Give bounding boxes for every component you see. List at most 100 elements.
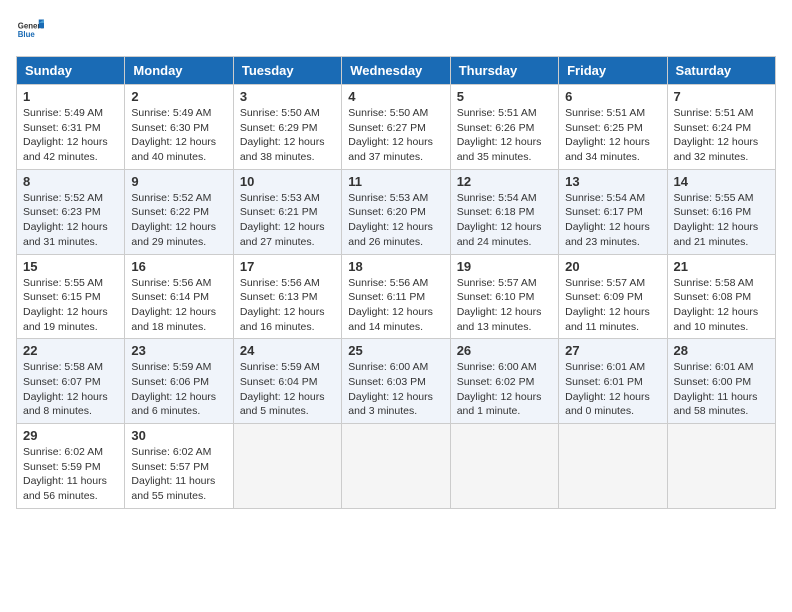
calendar-day-cell: 14 Sunrise: 5:55 AMSunset: 6:16 PMDaylig…: [667, 169, 775, 254]
day-info: Sunrise: 5:53 AMSunset: 6:20 PMDaylight:…: [348, 191, 443, 250]
day-number: 13: [565, 174, 660, 189]
day-number: 7: [674, 89, 769, 104]
day-number: 5: [457, 89, 552, 104]
day-number: 2: [131, 89, 226, 104]
day-number: 4: [348, 89, 443, 104]
svg-text:Blue: Blue: [18, 30, 36, 39]
calendar-empty-cell: [450, 424, 558, 509]
day-info: Sunrise: 5:59 AMSunset: 6:06 PMDaylight:…: [131, 360, 226, 419]
day-number: 8: [23, 174, 118, 189]
day-info: Sunrise: 5:56 AMSunset: 6:13 PMDaylight:…: [240, 276, 335, 335]
day-info: Sunrise: 5:53 AMSunset: 6:21 PMDaylight:…: [240, 191, 335, 250]
calendar-empty-cell: [667, 424, 775, 509]
day-number: 29: [23, 428, 118, 443]
day-info: Sunrise: 5:57 AMSunset: 6:09 PMDaylight:…: [565, 276, 660, 335]
calendar-week-row: 15 Sunrise: 5:55 AMSunset: 6:15 PMDaylig…: [17, 254, 776, 339]
day-number: 30: [131, 428, 226, 443]
calendar-day-cell: 10 Sunrise: 5:53 AMSunset: 6:21 PMDaylig…: [233, 169, 341, 254]
calendar-day-cell: 28 Sunrise: 6:01 AMSunset: 6:00 PMDaylig…: [667, 339, 775, 424]
day-info: Sunrise: 6:00 AMSunset: 6:02 PMDaylight:…: [457, 360, 552, 419]
calendar-week-row: 8 Sunrise: 5:52 AMSunset: 6:23 PMDayligh…: [17, 169, 776, 254]
day-info: Sunrise: 5:58 AMSunset: 6:08 PMDaylight:…: [674, 276, 769, 335]
calendar-empty-cell: [342, 424, 450, 509]
day-info: Sunrise: 5:52 AMSunset: 6:23 PMDaylight:…: [23, 191, 118, 250]
day-info: Sunrise: 5:55 AMSunset: 6:16 PMDaylight:…: [674, 191, 769, 250]
calendar-day-cell: 17 Sunrise: 5:56 AMSunset: 6:13 PMDaylig…: [233, 254, 341, 339]
day-info: Sunrise: 5:51 AMSunset: 6:26 PMDaylight:…: [457, 106, 552, 165]
day-number: 12: [457, 174, 552, 189]
day-info: Sunrise: 5:58 AMSunset: 6:07 PMDaylight:…: [23, 360, 118, 419]
calendar-day-cell: 25 Sunrise: 6:00 AMSunset: 6:03 PMDaylig…: [342, 339, 450, 424]
calendar-day-cell: 16 Sunrise: 5:56 AMSunset: 6:14 PMDaylig…: [125, 254, 233, 339]
calendar-day-cell: 23 Sunrise: 5:59 AMSunset: 6:06 PMDaylig…: [125, 339, 233, 424]
calendar-day-cell: 26 Sunrise: 6:00 AMSunset: 6:02 PMDaylig…: [450, 339, 558, 424]
calendar-day-cell: 2 Sunrise: 5:49 AMSunset: 6:30 PMDayligh…: [125, 85, 233, 170]
calendar-day-cell: 13 Sunrise: 5:54 AMSunset: 6:17 PMDaylig…: [559, 169, 667, 254]
day-number: 17: [240, 259, 335, 274]
day-info: Sunrise: 6:00 AMSunset: 6:03 PMDaylight:…: [348, 360, 443, 419]
day-header-saturday: Saturday: [667, 57, 775, 85]
calendar-day-cell: 18 Sunrise: 5:56 AMSunset: 6:11 PMDaylig…: [342, 254, 450, 339]
calendar-empty-cell: [559, 424, 667, 509]
day-info: Sunrise: 5:49 AMSunset: 6:31 PMDaylight:…: [23, 106, 118, 165]
logo: General Blue: [16, 16, 48, 44]
day-info: Sunrise: 5:50 AMSunset: 6:27 PMDaylight:…: [348, 106, 443, 165]
day-number: 11: [348, 174, 443, 189]
calendar-day-cell: 8 Sunrise: 5:52 AMSunset: 6:23 PMDayligh…: [17, 169, 125, 254]
calendar-week-row: 1 Sunrise: 5:49 AMSunset: 6:31 PMDayligh…: [17, 85, 776, 170]
day-header-friday: Friday: [559, 57, 667, 85]
calendar-day-cell: 27 Sunrise: 6:01 AMSunset: 6:01 PMDaylig…: [559, 339, 667, 424]
day-info: Sunrise: 6:01 AMSunset: 6:00 PMDaylight:…: [674, 360, 769, 419]
day-number: 27: [565, 343, 660, 358]
day-header-sunday: Sunday: [17, 57, 125, 85]
day-info: Sunrise: 5:59 AMSunset: 6:04 PMDaylight:…: [240, 360, 335, 419]
day-number: 26: [457, 343, 552, 358]
day-number: 9: [131, 174, 226, 189]
day-number: 25: [348, 343, 443, 358]
day-number: 16: [131, 259, 226, 274]
day-number: 10: [240, 174, 335, 189]
day-number: 1: [23, 89, 118, 104]
day-info: Sunrise: 6:02 AMSunset: 5:59 PMDaylight:…: [23, 445, 118, 504]
day-number: 14: [674, 174, 769, 189]
calendar-day-cell: 22 Sunrise: 5:58 AMSunset: 6:07 PMDaylig…: [17, 339, 125, 424]
day-number: 6: [565, 89, 660, 104]
calendar-day-cell: 6 Sunrise: 5:51 AMSunset: 6:25 PMDayligh…: [559, 85, 667, 170]
calendar-table: SundayMondayTuesdayWednesdayThursdayFrid…: [16, 56, 776, 509]
calendar-day-cell: 30 Sunrise: 6:02 AMSunset: 5:57 PMDaylig…: [125, 424, 233, 509]
day-info: Sunrise: 6:02 AMSunset: 5:57 PMDaylight:…: [131, 445, 226, 504]
day-header-tuesday: Tuesday: [233, 57, 341, 85]
calendar-day-cell: 21 Sunrise: 5:58 AMSunset: 6:08 PMDaylig…: [667, 254, 775, 339]
calendar-header-row: SundayMondayTuesdayWednesdayThursdayFrid…: [17, 57, 776, 85]
day-info: Sunrise: 5:51 AMSunset: 6:24 PMDaylight:…: [674, 106, 769, 165]
day-number: 24: [240, 343, 335, 358]
day-info: Sunrise: 6:01 AMSunset: 6:01 PMDaylight:…: [565, 360, 660, 419]
calendar-day-cell: 20 Sunrise: 5:57 AMSunset: 6:09 PMDaylig…: [559, 254, 667, 339]
day-number: 18: [348, 259, 443, 274]
calendar-day-cell: 1 Sunrise: 5:49 AMSunset: 6:31 PMDayligh…: [17, 85, 125, 170]
day-header-wednesday: Wednesday: [342, 57, 450, 85]
calendar-empty-cell: [233, 424, 341, 509]
day-info: Sunrise: 5:50 AMSunset: 6:29 PMDaylight:…: [240, 106, 335, 165]
calendar-day-cell: 29 Sunrise: 6:02 AMSunset: 5:59 PMDaylig…: [17, 424, 125, 509]
day-number: 21: [674, 259, 769, 274]
day-number: 23: [131, 343, 226, 358]
day-number: 28: [674, 343, 769, 358]
calendar-day-cell: 5 Sunrise: 5:51 AMSunset: 6:26 PMDayligh…: [450, 85, 558, 170]
calendar-day-cell: 15 Sunrise: 5:55 AMSunset: 6:15 PMDaylig…: [17, 254, 125, 339]
day-number: 3: [240, 89, 335, 104]
day-info: Sunrise: 5:51 AMSunset: 6:25 PMDaylight:…: [565, 106, 660, 165]
calendar-day-cell: 19 Sunrise: 5:57 AMSunset: 6:10 PMDaylig…: [450, 254, 558, 339]
logo-icon: General Blue: [16, 16, 44, 44]
calendar-day-cell: 12 Sunrise: 5:54 AMSunset: 6:18 PMDaylig…: [450, 169, 558, 254]
day-number: 15: [23, 259, 118, 274]
calendar-day-cell: 4 Sunrise: 5:50 AMSunset: 6:27 PMDayligh…: [342, 85, 450, 170]
day-number: 19: [457, 259, 552, 274]
day-info: Sunrise: 5:57 AMSunset: 6:10 PMDaylight:…: [457, 276, 552, 335]
calendar-week-row: 29 Sunrise: 6:02 AMSunset: 5:59 PMDaylig…: [17, 424, 776, 509]
calendar-day-cell: 11 Sunrise: 5:53 AMSunset: 6:20 PMDaylig…: [342, 169, 450, 254]
day-info: Sunrise: 5:56 AMSunset: 6:14 PMDaylight:…: [131, 276, 226, 335]
day-info: Sunrise: 5:52 AMSunset: 6:22 PMDaylight:…: [131, 191, 226, 250]
day-number: 20: [565, 259, 660, 274]
calendar-day-cell: 24 Sunrise: 5:59 AMSunset: 6:04 PMDaylig…: [233, 339, 341, 424]
